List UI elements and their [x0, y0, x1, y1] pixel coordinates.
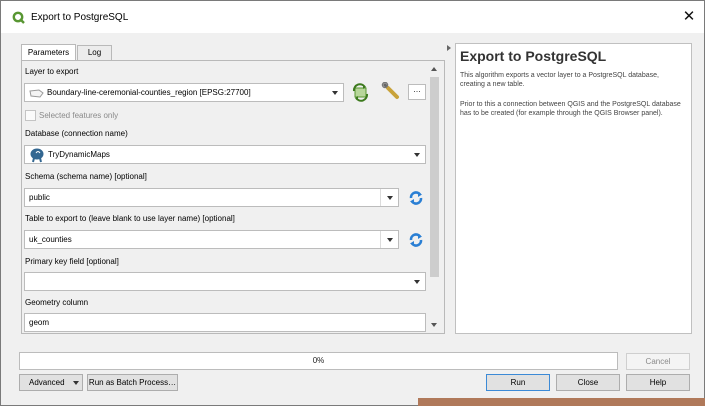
- refresh-icon[interactable]: [408, 190, 424, 206]
- selected-features-checkbox[interactable]: [25, 110, 36, 121]
- help-button[interactable]: Help: [626, 374, 690, 391]
- selected-features-label: Selected features only: [39, 111, 119, 120]
- progress-bar: 0%: [19, 352, 618, 370]
- scroll-up-icon[interactable]: [431, 67, 437, 71]
- help-title: Export to PostgreSQL: [460, 48, 607, 64]
- database-select[interactable]: TryDynamicMaps: [24, 145, 426, 164]
- help-panel: Export to PostgreSQL This algorithm expo…: [455, 43, 692, 334]
- table-label: Table to export to (leave blank to use l…: [25, 214, 235, 223]
- parameters-panel: Layer to export Boundary-line-ceremonial…: [21, 60, 445, 334]
- primary-key-label: Primary key field [optional]: [25, 257, 119, 266]
- chevron-down-icon: [408, 146, 425, 163]
- schema-combo[interactable]: public: [24, 188, 399, 207]
- panel-splitter[interactable]: [445, 43, 452, 333]
- layer-label: Layer to export: [25, 67, 79, 76]
- scrollbar-thumb[interactable]: [430, 77, 439, 277]
- wrench-settings-icon[interactable]: [381, 82, 401, 102]
- run-batch-button[interactable]: Run as Batch Process…: [87, 374, 178, 391]
- run-button[interactable]: Run: [486, 374, 550, 391]
- chevron-down-icon: [380, 189, 398, 206]
- panel-scrollbar[interactable]: [428, 61, 443, 333]
- chevron-down-icon: [326, 84, 343, 101]
- scroll-down-icon[interactable]: [431, 323, 437, 327]
- database-select-value: TryDynamicMaps: [48, 150, 110, 159]
- title-bar: Export to PostgreSQL ✕: [1, 1, 704, 33]
- qgis-logo-icon: [12, 11, 25, 24]
- table-combo[interactable]: uk_counties: [24, 230, 399, 249]
- advanced-button[interactable]: Advanced: [19, 374, 83, 391]
- progress-text: 0%: [312, 356, 325, 365]
- dialog-window: Export to PostgreSQL ✕ Parameters Log La…: [0, 0, 705, 406]
- window-close-icon[interactable]: ✕: [680, 8, 698, 26]
- database-label: Database (connection name): [25, 129, 128, 138]
- tab-parameters[interactable]: Parameters: [21, 44, 76, 61]
- help-note: Prior to this a connection between QGIS …: [460, 101, 681, 117]
- help-description: This algorithm exports a vector layer to…: [460, 72, 659, 88]
- geometry-column-value: geom: [29, 318, 50, 327]
- layer-more-button[interactable]: …: [408, 84, 426, 100]
- primary-key-select[interactable]: [24, 272, 426, 291]
- iterate-features-icon[interactable]: [351, 83, 370, 102]
- schema-combo-value: public: [29, 193, 50, 202]
- schema-label: Schema (schema name) [optional]: [25, 172, 147, 181]
- chevron-down-icon: [408, 273, 425, 290]
- layer-select-value: Boundary-line-ceremonial-counties_region…: [47, 88, 251, 97]
- geometry-column-label: Geometry column: [25, 298, 89, 307]
- layer-select[interactable]: Boundary-line-ceremonial-counties_region…: [24, 83, 344, 102]
- window-title: Export to PostgreSQL: [31, 12, 129, 23]
- close-button[interactable]: Close: [556, 374, 620, 391]
- geometry-column-input[interactable]: geom: [24, 313, 426, 332]
- postgresql-elephant-icon: [30, 148, 44, 163]
- chevron-down-icon: [380, 231, 398, 248]
- tab-log[interactable]: Log: [77, 45, 112, 60]
- cancel-button[interactable]: Cancel: [626, 353, 690, 370]
- polygon-layer-icon: [29, 89, 44, 98]
- background-map-sliver: [418, 398, 705, 406]
- refresh-icon[interactable]: [408, 232, 424, 248]
- table-combo-value: uk_counties: [29, 235, 72, 244]
- collapse-arrow-icon[interactable]: [447, 45, 451, 51]
